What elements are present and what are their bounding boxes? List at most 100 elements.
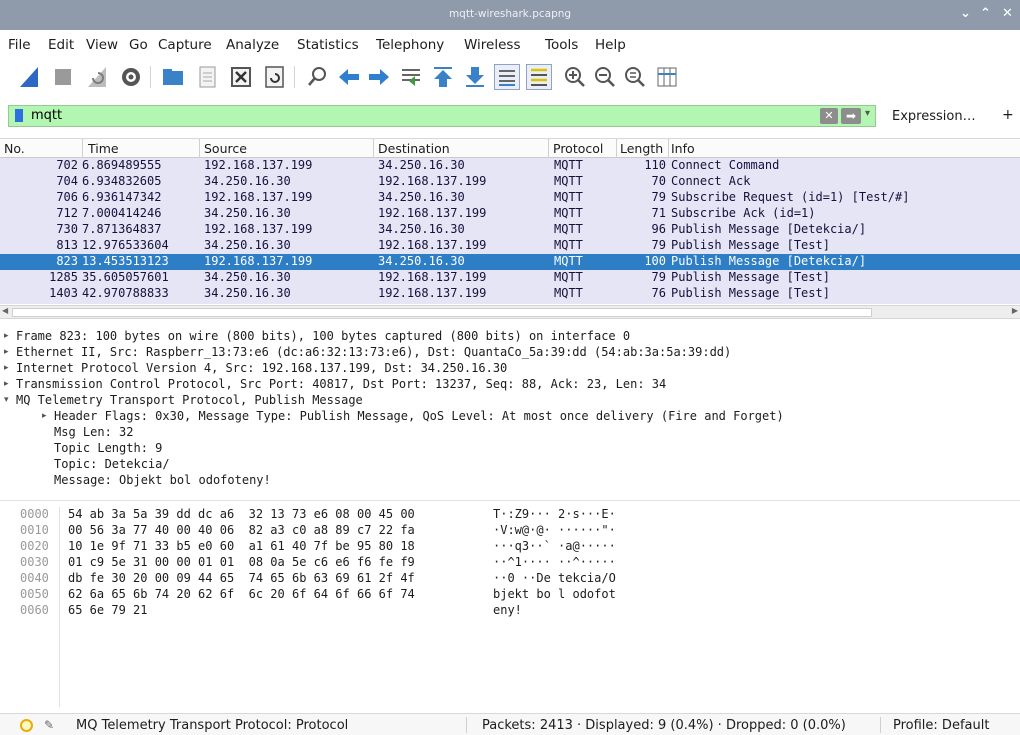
expression-button[interactable]: Expression… (892, 109, 976, 124)
close-file-icon[interactable] (228, 64, 254, 90)
find-packet-icon[interactable] (304, 64, 330, 90)
column-destination[interactable]: Destination (378, 141, 450, 156)
expand-arrow-icon[interactable]: ▸ (4, 331, 9, 341)
menu-analyze[interactable]: Analyze (226, 37, 279, 53)
reload-icon[interactable] (262, 64, 288, 90)
expand-arrow-icon[interactable]: ▸ (4, 347, 9, 357)
colorize-icon[interactable] (526, 64, 552, 90)
packet-details-tree[interactable]: ▸ Frame 823: 100 bytes on wire (800 bits… (0, 327, 1020, 495)
packet-row[interactable]: 1403 42.970788833 34.250.16.30 192.168.1… (0, 286, 1020, 302)
open-folder-icon[interactable] (160, 64, 186, 90)
apply-filter-icon[interactable]: ➡ (841, 108, 861, 124)
column-divider[interactable] (616, 139, 617, 158)
hex-bytes[interactable]: 65 6e 79 21 (68, 603, 147, 619)
detail-ipv4[interactable]: Internet Protocol Version 4, Src: 192.16… (16, 361, 507, 377)
expand-arrow-icon[interactable]: ▸ (4, 379, 9, 389)
column-divider[interactable] (199, 139, 200, 158)
edit-comment-icon[interactable]: ✎ (44, 718, 54, 732)
expand-arrow-icon[interactable]: ▸ (42, 411, 47, 421)
packet-row[interactable]: 813 12.976533604 34.250.16.30 192.168.13… (0, 238, 1020, 254)
menu-capture[interactable]: Capture (158, 37, 212, 53)
hex-bytes[interactable]: 10 1e 9f 71 33 b5 e0 60 a1 61 40 7f be 9… (68, 539, 415, 555)
packet-row[interactable]: 1285 35.605057601 34.250.16.30 192.168.1… (0, 270, 1020, 286)
packet-list-scrollbar[interactable]: ◀ ▶ (0, 305, 1020, 319)
zoom-normal-icon[interactable] (622, 64, 648, 90)
scroll-left-icon[interactable]: ◀ (2, 306, 8, 315)
add-filter-button[interactable]: + (1002, 107, 1014, 123)
hex-bytes[interactable]: 54 ab 3a 5a 39 dd dc a6 32 13 73 e6 08 0… (68, 507, 415, 523)
hex-bytes[interactable]: 62 6a 65 6b 74 20 62 6f 6c 20 6f 64 6f 6… (68, 587, 415, 603)
clear-filter-icon[interactable]: ✕ (820, 108, 838, 124)
packet-list[interactable]: 702 6.869489555 192.168.137.199 34.250.1… (0, 158, 1020, 304)
restart-capture-icon[interactable] (84, 64, 110, 90)
hex-ascii[interactable]: ··^1···· ··^····· (493, 555, 616, 571)
go-first-icon[interactable] (430, 64, 456, 90)
stop-capture-icon[interactable] (50, 64, 76, 90)
packet-row[interactable]: 730 7.871364837 192.168.137.199 34.250.1… (0, 222, 1020, 238)
hex-bytes[interactable]: 01 c9 5e 31 00 00 01 01 08 0a 5e c6 e6 f… (68, 555, 415, 571)
column-length[interactable]: Length (620, 141, 668, 156)
hex-ascii[interactable]: eny! (493, 603, 522, 619)
menu-wireless[interactable]: Wireless (464, 37, 521, 53)
hex-ascii[interactable]: ···q3··` ·a@····· (493, 539, 616, 555)
menu-telephony[interactable]: Telephony (376, 37, 444, 53)
expand-arrow-icon[interactable]: ▸ (4, 363, 9, 373)
column-divider[interactable] (548, 139, 549, 158)
column-divider[interactable] (82, 139, 83, 158)
menu-view[interactable]: View (86, 37, 118, 53)
detail-header-flags[interactable]: Header Flags: 0x30, Message Type: Publis… (54, 409, 784, 425)
menu-tools[interactable]: Tools (545, 37, 578, 53)
hex-ascii[interactable]: ·V:w@·@· ······"· (493, 523, 616, 539)
maximize-icon[interactable]: ⌃ (980, 6, 991, 21)
detail-mqtt[interactable]: MQ Telemetry Transport Protocol, Publish… (16, 393, 363, 409)
hex-ascii[interactable]: T·:Z9··· 2·s···E· (493, 507, 616, 523)
column-info[interactable]: Info (671, 141, 695, 156)
zoom-in-icon[interactable] (562, 64, 588, 90)
go-forward-icon[interactable] (366, 64, 392, 90)
close-icon[interactable]: ✕ (1002, 6, 1013, 21)
detail-tcp[interactable]: Transmission Control Protocol, Src Port:… (16, 377, 666, 393)
go-back-icon[interactable] (336, 64, 362, 90)
column-protocol[interactable]: Protocol (553, 141, 603, 156)
menu-edit[interactable]: Edit (48, 37, 74, 53)
detail-ethernet[interactable]: Ethernet II, Src: Raspberr_13:73:e6 (dc:… (16, 345, 731, 361)
column-time[interactable]: Time (88, 141, 119, 156)
display-filter-input[interactable]: mqtt ✕ ➡ ▾ (8, 105, 876, 127)
menu-go[interactable]: Go (129, 37, 148, 53)
status-profile[interactable]: Profile: Default (893, 718, 989, 733)
go-to-packet-icon[interactable] (398, 64, 424, 90)
zoom-out-icon[interactable] (592, 64, 618, 90)
autoscroll-icon[interactable] (494, 64, 520, 90)
detail-message[interactable]: Message: Objekt bol odofoteny! (54, 473, 271, 489)
minimize-icon[interactable]: ⌄ (960, 6, 971, 21)
hex-bytes[interactable]: 00 56 3a 77 40 00 40 06 82 a3 c0 a8 89 c… (68, 523, 415, 539)
packet-row[interactable]: 702 6.869489555 192.168.137.199 34.250.1… (0, 158, 1020, 174)
filter-dropdown-icon[interactable]: ▾ (865, 108, 870, 119)
resize-columns-icon[interactable] (654, 64, 680, 90)
column-divider[interactable] (668, 139, 669, 158)
collapse-arrow-icon[interactable]: ▾ (4, 395, 9, 405)
column-no[interactable]: No. (4, 141, 25, 156)
packet-bytes-pane[interactable]: 0000 54 ab 3a 5a 39 dd dc a6 32 13 73 e6… (0, 507, 1020, 707)
selected-packet-row[interactable]: 823 13.453513123 192.168.137.199 34.250.… (0, 254, 1020, 270)
detail-frame[interactable]: Frame 823: 100 bytes on wire (800 bits),… (16, 329, 630, 345)
hex-ascii[interactable]: ··0 ··De tekcia/O (493, 571, 616, 587)
packet-row[interactable]: 712 7.000414246 34.250.16.30 192.168.137… (0, 206, 1020, 222)
shark-fin-start-icon[interactable] (16, 64, 42, 90)
scroll-right-icon[interactable]: ▶ (1012, 306, 1018, 315)
scrollbar-thumb[interactable] (12, 308, 872, 317)
save-file-icon[interactable] (194, 64, 220, 90)
column-source[interactable]: Source (204, 141, 247, 156)
detail-topic-length[interactable]: Topic Length: 9 (54, 441, 162, 457)
hex-ascii[interactable]: bjekt bo l odofot (493, 587, 616, 603)
capture-options-icon[interactable] (118, 64, 144, 90)
go-last-icon[interactable] (462, 64, 488, 90)
menu-help[interactable]: Help (595, 37, 626, 53)
detail-msg-len[interactable]: Msg Len: 32 (54, 425, 133, 441)
pane-splitter[interactable] (0, 500, 1020, 504)
menu-file[interactable]: File (8, 37, 31, 53)
filter-value[interactable]: mqtt (31, 108, 62, 123)
packet-row[interactable]: 706 6.936147342 192.168.137.199 34.250.1… (0, 190, 1020, 206)
expert-info-led-icon[interactable] (20, 719, 33, 732)
bookmark-icon[interactable] (15, 109, 23, 122)
